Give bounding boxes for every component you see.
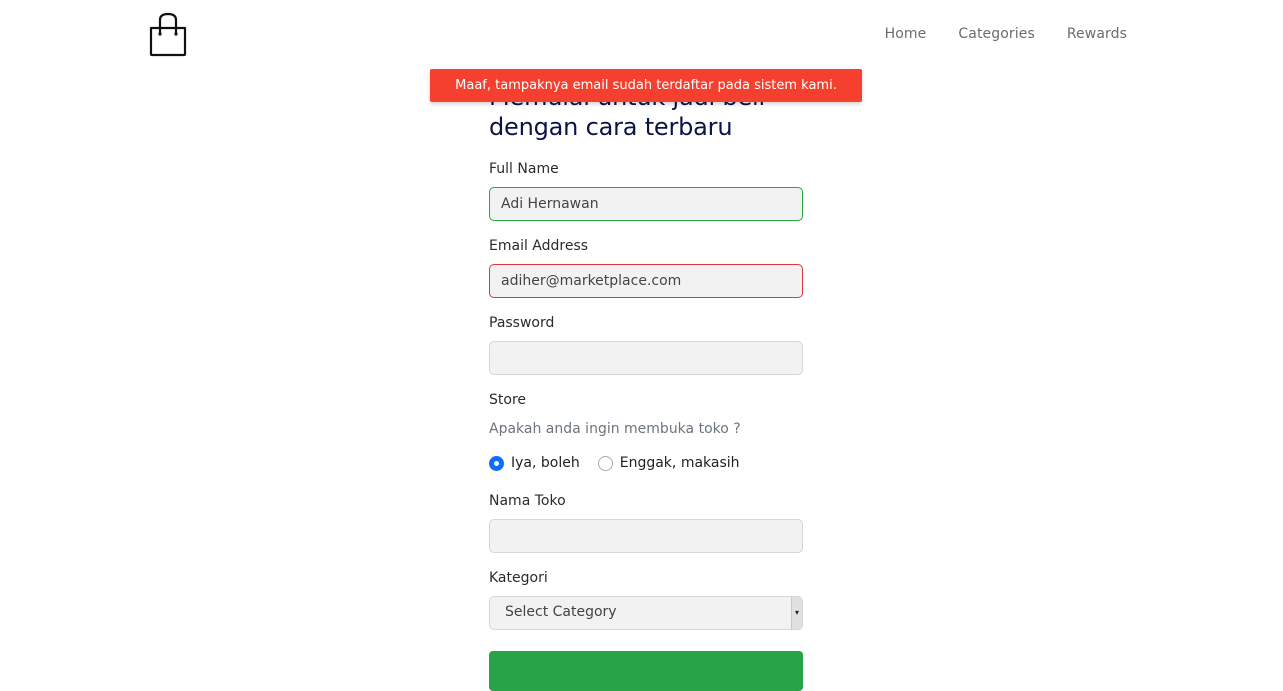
radio-option-yes[interactable]: Iya, boleh [489,455,580,471]
radio-button-yes[interactable] [489,455,504,471]
error-toast: Maaf, tampaknya email sudah terdaftar pa… [430,69,862,102]
email-input[interactable] [489,264,803,298]
nav-link-rewards[interactable]: Rewards [1067,24,1127,44]
radio-option-no[interactable]: Enggak, makasih [597,455,740,471]
store-name-input[interactable] [489,519,803,553]
title-line-2: dengan cara terbaru [489,113,733,141]
full-name-label: Full Name [489,161,559,177]
radio-button-no[interactable] [597,455,613,471]
password-input[interactable] [489,341,803,375]
category-label: Kategori [489,570,548,586]
password-label: Password [489,315,555,331]
store-hint: Apakah anda ingin membuka toko ? [489,421,741,437]
store-name-label: Nama Toko [489,493,566,509]
submit-button[interactable] [489,651,803,691]
nav-link-categories[interactable]: Categories [958,24,1034,44]
navbar: Home Categories Rewards [0,0,1283,70]
nav-link-home[interactable]: Home [885,24,927,44]
email-label: Email Address [489,238,589,254]
shopping-bag-icon[interactable] [149,12,187,57]
full-name-input[interactable] [489,187,803,221]
category-select[interactable]: Select Category ▾ [489,596,803,630]
store-radio-group: Iya, boleh Enggak, makasih [489,455,758,471]
category-select-value: Select Category [505,604,617,620]
radio-label-no: Enggak, makasih [619,455,740,471]
dropdown-arrow-icon[interactable]: ▾ [791,597,802,629]
radio-label-yes: Iya, boleh [511,455,580,471]
store-label: Store [489,392,527,408]
nav-links: Home Categories Rewards [885,24,1127,44]
